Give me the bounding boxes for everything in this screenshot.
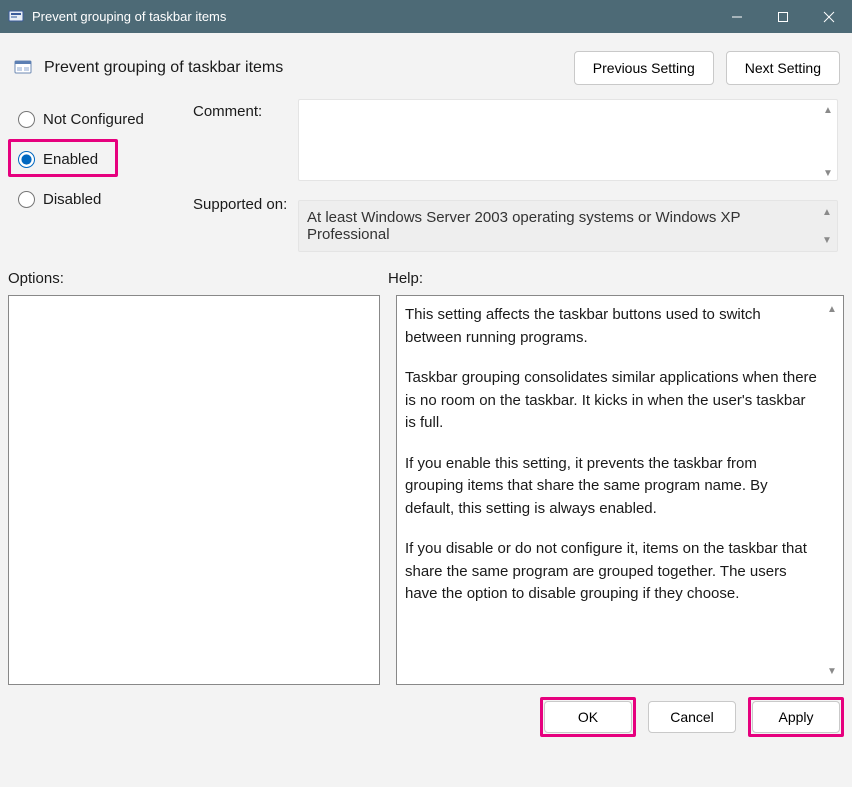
help-paragraph: Taskbar grouping consolidates similar ap… — [405, 367, 819, 435]
ok-button[interactable]: OK — [544, 701, 632, 733]
field-labels: Comment: Supported on: — [193, 95, 298, 213]
chevron-down-icon[interactable]: ▼ — [824, 663, 840, 679]
help-label: Help: — [388, 270, 423, 287]
maximize-button[interactable] — [760, 0, 806, 33]
supported-on-text: At least Windows Server 2003 operating s… — [307, 209, 740, 243]
comment-input[interactable] — [298, 99, 838, 181]
help-paragraph: If you enable this setting, it prevents … — [405, 453, 819, 521]
chevron-up-icon[interactable]: ▲ — [820, 102, 836, 118]
chevron-down-icon[interactable]: ▼ — [819, 232, 835, 248]
help-pane: This setting affects the taskbar buttons… — [396, 295, 844, 685]
titlebar: Prevent grouping of taskbar items — [0, 0, 852, 33]
options-label: Options: — [8, 270, 388, 287]
supported-on-box: At least Windows Server 2003 operating s… — [298, 200, 838, 252]
radio-enabled-label: Enabled — [43, 151, 98, 168]
radio-not-configured-input[interactable] — [18, 111, 35, 128]
supported-label: Supported on: — [193, 196, 298, 213]
previous-setting-button[interactable]: Previous Setting — [574, 51, 714, 85]
radio-enabled[interactable]: Enabled — [12, 141, 193, 177]
chevron-down-icon[interactable]: ▼ — [820, 165, 836, 181]
policy-editor-icon — [8, 9, 24, 25]
state-radio-group: Not Configured Enabled Disabled — [8, 95, 193, 217]
chevron-up-icon[interactable]: ▲ — [819, 204, 835, 220]
policy-icon — [12, 57, 34, 79]
next-setting-button[interactable]: Next Setting — [726, 51, 840, 85]
apply-button[interactable]: Apply — [752, 701, 840, 733]
close-button[interactable] — [806, 0, 852, 33]
chevron-up-icon[interactable]: ▲ — [824, 301, 840, 317]
minimize-button[interactable] — [714, 0, 760, 33]
comment-label: Comment: — [193, 103, 298, 120]
header: Prevent grouping of taskbar items Previo… — [0, 33, 852, 95]
help-paragraph: If you disable or do not configure it, i… — [405, 538, 819, 606]
cancel-button[interactable]: Cancel — [648, 701, 736, 733]
radio-disabled[interactable]: Disabled — [12, 181, 193, 217]
radio-enabled-input[interactable] — [18, 151, 35, 168]
help-paragraph: This setting affects the taskbar buttons… — [405, 304, 819, 349]
radio-not-configured-label: Not Configured — [43, 111, 144, 128]
policy-title: Prevent grouping of taskbar items — [44, 59, 562, 77]
radio-disabled-label: Disabled — [43, 191, 101, 208]
dialog-footer: OK Cancel Apply — [0, 685, 852, 733]
window-title: Prevent grouping of taskbar items — [32, 9, 714, 24]
options-pane — [8, 295, 380, 685]
radio-not-configured[interactable]: Not Configured — [12, 101, 193, 137]
radio-disabled-input[interactable] — [18, 191, 35, 208]
